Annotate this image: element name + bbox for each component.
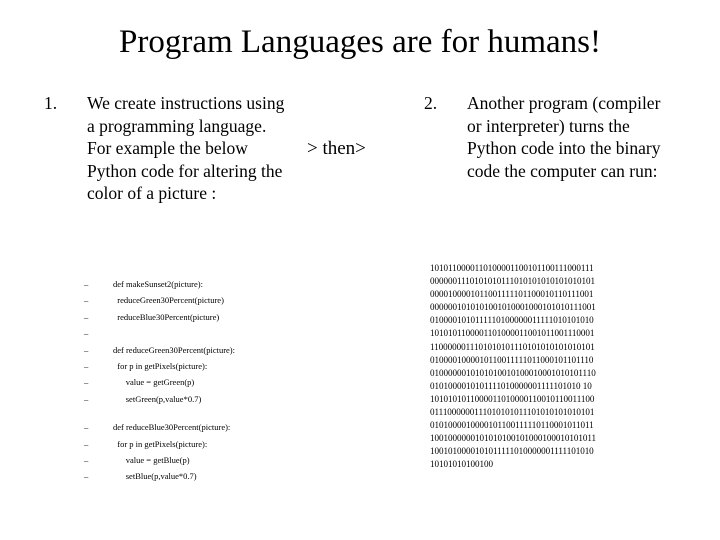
binary-line: 1010101011000011010000110010110011100 xyxy=(430,393,595,404)
code-bullet-dash: – xyxy=(84,471,89,482)
code-line: – for p in getPixels(picture): xyxy=(58,436,358,452)
code-bullet-dash: – xyxy=(84,377,89,388)
code-bullet-dash: – xyxy=(84,360,89,371)
code-line-text: def makeSunset2(picture): xyxy=(113,279,203,289)
code-line: – value = getGreen(p) xyxy=(58,374,358,390)
binary-line: 1010110000110100001100101100111000111 xyxy=(430,263,594,273)
binary-line: 0111000000111010101011101010101010101 xyxy=(430,407,595,418)
binary-line: 1010101100001101000011001011001110001 xyxy=(430,328,595,339)
binary-line: 1100000011101010101110101010101010101 xyxy=(430,341,595,352)
code-line: – def reduceGreen30Percent(picture): xyxy=(58,342,358,358)
list-item-1: 1. We create instructions using a progra… xyxy=(44,92,294,205)
list-item-1-number: 1. xyxy=(44,93,58,113)
code-line-text: value = getGreen(p) xyxy=(113,377,195,388)
code-bullet-dash: – xyxy=(84,454,89,465)
left-column: 1. We create instructions using a progra… xyxy=(44,92,294,205)
binary-line: 0000001110101010111010101010101010101 xyxy=(430,276,596,287)
binary-line: 0000001010101001010001000101010111001 xyxy=(430,302,596,313)
right-column: 2. Another program (compiler or interpre… xyxy=(424,92,664,182)
code-line-text: reduceBlue30Percent(picture) xyxy=(113,311,220,322)
code-line: – xyxy=(58,325,358,341)
code-line: – reduceBlue30Percent(picture) xyxy=(58,309,358,325)
code-bullet-dash: – xyxy=(84,422,89,433)
code-bullet-dash: – xyxy=(84,279,89,289)
code-line: – setBlue(p,value*0.7) xyxy=(58,468,358,484)
slide: Program Languages are for humans! 1. We … xyxy=(0,0,720,540)
then-arrow-label: > then> xyxy=(307,138,366,159)
binary-line: 0100001010111110100000011111010101010 xyxy=(430,315,594,326)
code-line-gap xyxy=(58,407,358,419)
binary-line: 0101000010000101100111110110001011011 xyxy=(430,420,594,431)
code-bullet-dash: – xyxy=(84,328,89,339)
binary-line: 0000100001011001111101100010110111001 xyxy=(430,289,594,300)
list-item-2: 2. Another program (compiler or interpre… xyxy=(424,92,664,182)
list-item-2-text: Another program (compiler or interpreter… xyxy=(467,93,661,181)
code-bullet-dash: – xyxy=(84,311,89,322)
code-line-text: reduceGreen30Percent(picture) xyxy=(113,295,224,306)
binary-line: 10101010100100 xyxy=(430,459,493,470)
code-line: – setGreen(p,value*0.7) xyxy=(58,391,358,407)
list-item-1-text: We create instructions using a programmi… xyxy=(87,93,285,203)
binary-line: 0101000010101111010000001111101010 10 xyxy=(430,380,592,391)
code-line: – reduceGreen30Percent(picture) xyxy=(58,292,358,308)
code-line-text: value = getBlue(p) xyxy=(113,454,190,465)
code-line-text: for p in getPixels(picture): xyxy=(113,360,208,371)
code-line: – def makeSunset2(picture): xyxy=(58,276,358,292)
code-line: – def reduceBlue30Percent(picture): xyxy=(58,419,358,435)
code-bullet-dash: – xyxy=(84,393,89,404)
code-bullet-dash: – xyxy=(84,438,89,449)
code-line: – value = getBlue(p) xyxy=(58,452,358,468)
code-line-text: def reduceGreen30Percent(picture): xyxy=(113,344,236,355)
list-item-2-number: 2. xyxy=(424,93,438,113)
code-line-text: def reduceBlue30Percent(picture): xyxy=(113,422,231,433)
code-bullet-dash: – xyxy=(84,344,89,355)
code-line-text: for p in getPixels(picture): xyxy=(113,438,208,449)
binary-line: 0100001000010110011111011000101101110 xyxy=(430,354,594,365)
python-code-block: – def makeSunset2(picture): – reduceGreen3… xyxy=(58,276,358,485)
page-title: Program Languages are for humans! xyxy=(119,24,601,60)
code-line-text: setGreen(p,value*0.7) xyxy=(113,393,202,404)
binary-code-block: 1010110000110100001100101100111000111 000… xyxy=(430,262,675,472)
binary-line: 1001010000101011111010000001111101010 xyxy=(430,446,594,457)
code-line-text: setBlue(p,value*0.7) xyxy=(113,471,197,482)
binary-line: 0100000010101010010100010001010101110 xyxy=(430,367,596,378)
code-bullet-dash: – xyxy=(84,295,89,306)
code-line: – for p in getPixels(picture): xyxy=(58,358,358,374)
binary-line: 1001000000101010100101000100010101011 xyxy=(430,433,597,444)
